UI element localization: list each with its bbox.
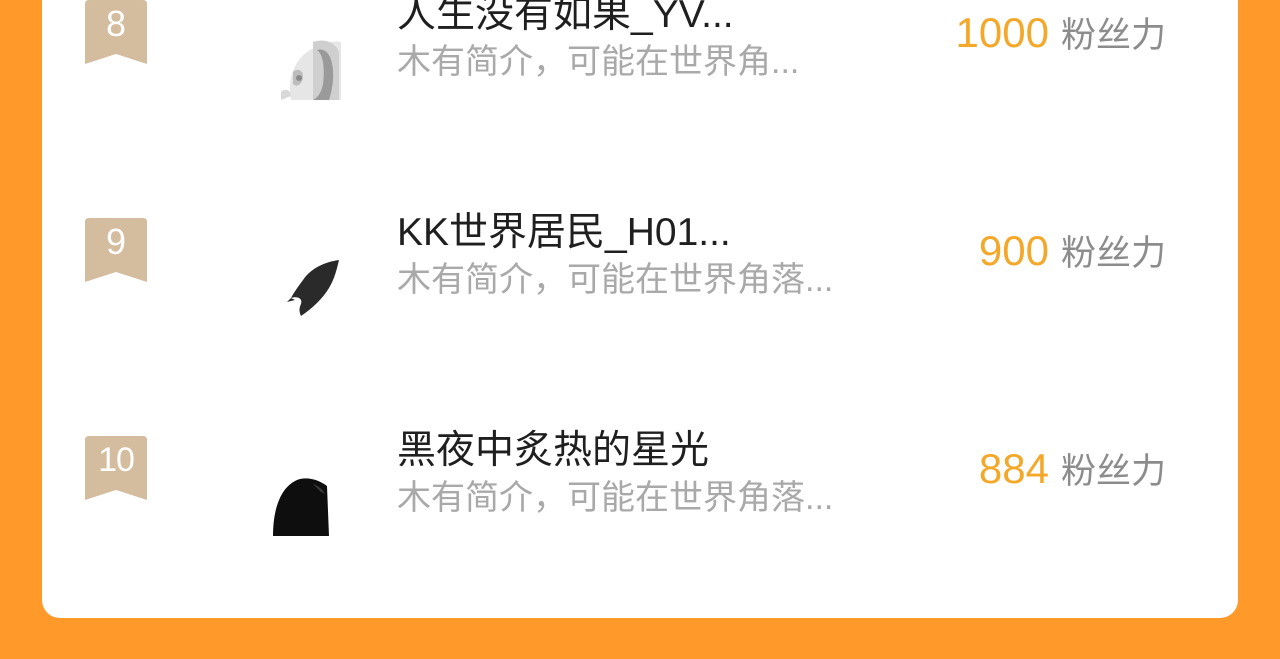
score-unit: 粉丝力 bbox=[1060, 16, 1166, 55]
rank-badge: 8 bbox=[85, 0, 147, 64]
user-name[interactable]: KK世界居民_H01... bbox=[397, 208, 731, 258]
ranking-card: 8 人生没有如果_YV... 木有简介，可能在世界角... 1000 粉丝力 9 bbox=[42, 0, 1238, 618]
dark-leaf-avatar-icon bbox=[273, 250, 341, 318]
score-value: 1000 bbox=[955, 9, 1049, 56]
avatar[interactable] bbox=[273, 250, 341, 318]
user-description: 木有简介，可能在世界角落... bbox=[397, 261, 834, 299]
avatar[interactable] bbox=[273, 468, 341, 536]
list-item[interactable]: 10 黑夜中炙热的星光 木有简介，可能在世界角落... 884 粉丝力 bbox=[42, 396, 1238, 576]
score-value: 884 bbox=[978, 445, 1049, 492]
list-item[interactable]: 8 人生没有如果_YV... 木有简介，可能在世界角... 1000 粉丝力 bbox=[42, 0, 1238, 140]
user-name[interactable]: 黑夜中炙热的星光 bbox=[397, 426, 709, 476]
dark-silhouette-avatar-icon bbox=[273, 468, 341, 536]
fan-power-score: 1000 粉丝力 bbox=[956, 8, 1166, 68]
user-description: 木有简介，可能在世界角落... bbox=[397, 479, 834, 517]
fan-power-score: 884 粉丝力 bbox=[979, 444, 1166, 504]
user-description: 木有简介，可能在世界角... bbox=[397, 43, 800, 81]
list-item[interactable]: 9 KK世界居民_H01... 木有简介，可能在世界角落... 900 粉丝力 bbox=[42, 178, 1238, 358]
avatar[interactable] bbox=[273, 32, 341, 100]
score-unit: 粉丝力 bbox=[1060, 452, 1166, 491]
user-photo-avatar-icon bbox=[273, 32, 341, 100]
rank-number: 9 bbox=[105, 221, 127, 262]
score-unit: 粉丝力 bbox=[1060, 234, 1166, 273]
rank-badge: 10 bbox=[85, 436, 147, 500]
rank-number: 8 bbox=[105, 3, 127, 44]
rank-badge: 9 bbox=[85, 218, 147, 282]
fan-power-score: 900 粉丝力 bbox=[979, 226, 1166, 286]
rank-number: 10 bbox=[98, 441, 135, 479]
score-value: 900 bbox=[978, 227, 1049, 274]
user-name[interactable]: 人生没有如果_YV... bbox=[397, 0, 734, 40]
